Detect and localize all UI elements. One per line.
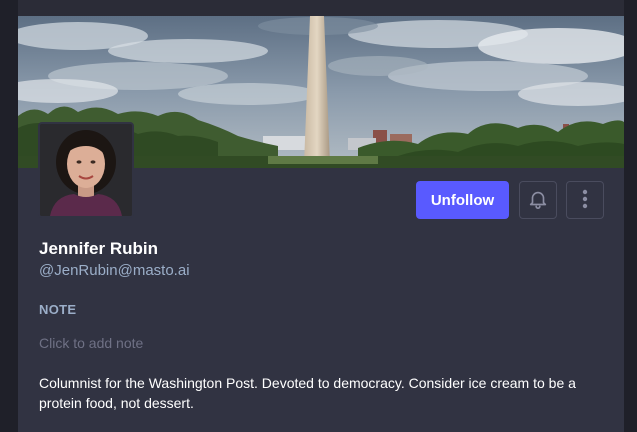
unfollow-button[interactable]: Unfollow — [416, 181, 509, 219]
notify-button[interactable] — [519, 181, 557, 219]
more-options-button[interactable] — [566, 181, 604, 219]
note-input[interactable]: Click to add note — [39, 335, 143, 351]
vertical-dots-icon — [582, 189, 588, 212]
avatar[interactable] — [38, 122, 134, 218]
note-label: NOTE — [39, 302, 77, 317]
display-name: Jennifer Rubin — [39, 239, 159, 258]
account-handle: @JenRubin@masto.ai — [39, 262, 190, 279]
bell-icon — [527, 188, 549, 213]
profile-card: Unfollow Jennifer Rubin @JenRubin@masto.… — [18, 16, 624, 432]
profile-bio: Columnist for the Washington Post. Devot… — [39, 375, 576, 411]
top-strip — [18, 0, 624, 16]
